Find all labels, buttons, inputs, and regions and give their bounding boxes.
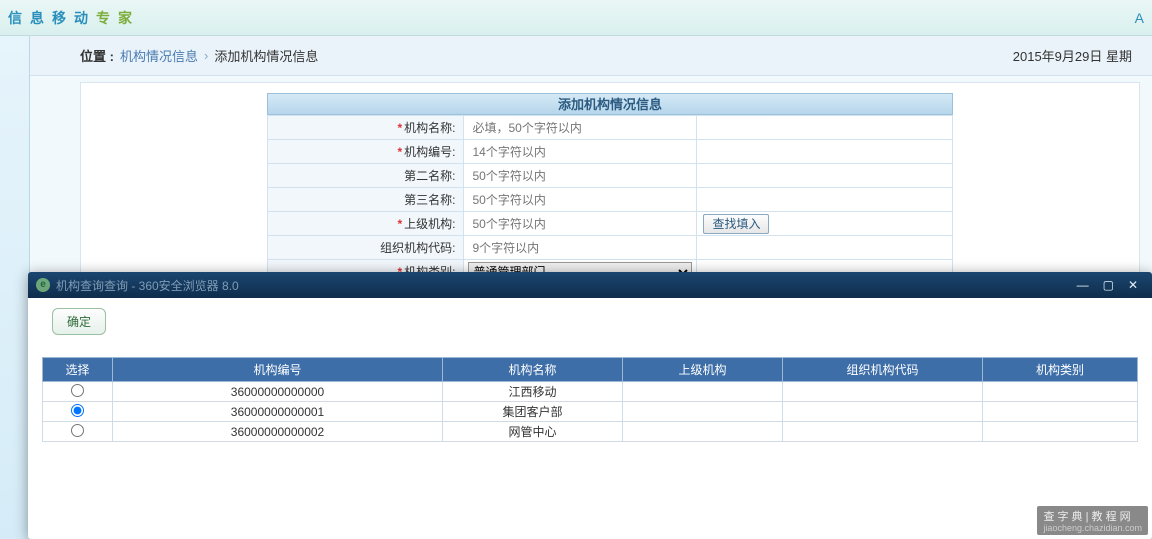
breadcrumb-location-label: 位置 : bbox=[80, 46, 114, 65]
window-controls: — ▢ ✕ bbox=[1077, 279, 1152, 291]
breadcrumb-sep-icon: › bbox=[204, 48, 208, 63]
minimize-icon[interactable]: — bbox=[1077, 279, 1089, 291]
brand-char: 专 bbox=[96, 8, 110, 28]
form-input-cell bbox=[464, 188, 697, 212]
cell-parent bbox=[623, 422, 783, 442]
form-label-text: 机构名称: bbox=[404, 121, 455, 135]
dialog-titlebar[interactable]: e 机构查询查询 - 360安全浏览器 8.0 — ▢ ✕ bbox=[28, 272, 1152, 298]
form-input-cell bbox=[464, 116, 697, 140]
cell-org bbox=[783, 402, 983, 422]
th-code: 机构编号 bbox=[113, 358, 443, 382]
brand-char: 信 bbox=[8, 8, 22, 28]
text-input[interactable] bbox=[468, 215, 683, 233]
form-label-text: 第三名称: bbox=[404, 193, 455, 207]
cell-name: 网管中心 bbox=[443, 422, 623, 442]
browser-e-icon: e bbox=[36, 278, 50, 292]
form-label: 第二名称: bbox=[268, 164, 464, 188]
form-label: *机构名称: bbox=[268, 116, 464, 140]
data-table: 选择 机构编号 机构名称 上级机构 组织机构代码 机构类别 3600000000… bbox=[42, 357, 1138, 442]
brand-char: 家 bbox=[118, 8, 132, 28]
form-label-text: 第二名称: bbox=[404, 169, 455, 183]
form-table: *机构名称:*机构编号:第二名称:第三名称:*上级机构:查找填入组织机构代码:*… bbox=[267, 115, 953, 284]
lookup-dialog: e 机构查询查询 - 360安全浏览器 8.0 — ▢ ✕ 确定 选择 机构编号… bbox=[28, 272, 1152, 539]
breadcrumb: 位置 : 机构情况信息 › 添加机构情况信息 bbox=[80, 46, 318, 65]
required-star-icon: * bbox=[397, 121, 402, 135]
content-panel: 添加机构情况信息 *机构名称:*机构编号:第二名称:第三名称:*上级机构:查找填… bbox=[80, 82, 1140, 285]
form-extra-cell bbox=[697, 116, 953, 140]
breadcrumb-item[interactable]: 机构情况信息 bbox=[120, 46, 198, 65]
text-input[interactable] bbox=[468, 119, 683, 137]
cell-org bbox=[783, 422, 983, 442]
cell-type bbox=[983, 402, 1138, 422]
row-select-radio[interactable] bbox=[71, 424, 84, 437]
th-parent: 上级机构 bbox=[623, 358, 783, 382]
breadcrumb-date: 2015年9月29日 星期 bbox=[1013, 46, 1132, 65]
row-select-cell bbox=[43, 382, 113, 402]
left-sidebar bbox=[0, 36, 30, 539]
th-name: 机构名称 bbox=[443, 358, 623, 382]
form-extra-cell bbox=[697, 236, 953, 260]
form-input-cell bbox=[464, 236, 697, 260]
cell-name: 江西移动 bbox=[443, 382, 623, 402]
text-input[interactable] bbox=[468, 143, 683, 161]
form-label-text: 上级机构: bbox=[404, 217, 455, 231]
form-label: 第三名称: bbox=[268, 188, 464, 212]
form-label: *机构编号: bbox=[268, 140, 464, 164]
cell-org bbox=[783, 382, 983, 402]
text-input[interactable] bbox=[468, 191, 683, 209]
th-org: 组织机构代码 bbox=[783, 358, 983, 382]
th-type: 机构类别 bbox=[983, 358, 1138, 382]
row-select-radio[interactable] bbox=[71, 404, 84, 417]
maximize-icon[interactable]: ▢ bbox=[1103, 279, 1114, 291]
row-select-radio[interactable] bbox=[71, 384, 84, 397]
cell-code: 36000000000002 bbox=[113, 422, 443, 442]
cell-name: 集团客户部 bbox=[443, 402, 623, 422]
form-label: *上级机构: bbox=[268, 212, 464, 236]
watermark-main: 查 字 典 | 教 程 网 bbox=[1043, 511, 1130, 523]
form-input-cell bbox=[464, 212, 697, 236]
form-input-cell bbox=[464, 164, 697, 188]
watermark-sub: jiaocheng.chazidian.com bbox=[1043, 524, 1142, 533]
cell-parent bbox=[623, 402, 783, 422]
close-icon[interactable]: ✕ bbox=[1128, 279, 1138, 291]
row-select-cell bbox=[43, 422, 113, 442]
form-title: 添加机构情况信息 bbox=[267, 93, 953, 115]
brand-char: 息 bbox=[30, 8, 44, 28]
form-extra-cell: 查找填入 bbox=[697, 212, 953, 236]
text-input[interactable] bbox=[468, 167, 683, 185]
form-label: 组织机构代码: bbox=[268, 236, 464, 260]
lookup-button[interactable]: 查找填入 bbox=[703, 214, 769, 234]
table-row[interactable]: 36000000000001集团客户部 bbox=[43, 402, 1138, 422]
text-input[interactable] bbox=[468, 239, 683, 257]
cell-type bbox=[983, 382, 1138, 402]
cell-code: 36000000000001 bbox=[113, 402, 443, 422]
topbar-right: A bbox=[1135, 10, 1144, 26]
required-star-icon: * bbox=[397, 217, 402, 231]
form-extra-cell bbox=[697, 140, 953, 164]
dialog-title-text: 机构查询查询 - 360安全浏览器 8.0 bbox=[56, 277, 239, 294]
brand-char: 移 bbox=[52, 8, 66, 28]
form-extra-cell bbox=[697, 188, 953, 212]
breadcrumb-bar: 位置 : 机构情况信息 › 添加机构情况信息 2015年9月29日 星期 bbox=[30, 36, 1152, 76]
cell-type bbox=[983, 422, 1138, 442]
top-bar: 信 息 移 动 专 家 A bbox=[0, 0, 1152, 36]
watermark: 查 字 典 | 教 程 网 jiaocheng.chazidian.com bbox=[1037, 506, 1148, 535]
dialog-body: 确定 选择 机构编号 机构名称 上级机构 组织机构代码 机构类别 3600000… bbox=[28, 298, 1152, 452]
form-input-cell bbox=[464, 140, 697, 164]
row-select-cell bbox=[43, 402, 113, 422]
th-select: 选择 bbox=[43, 358, 113, 382]
form-extra-cell bbox=[697, 164, 953, 188]
table-row[interactable]: 36000000000000江西移动 bbox=[43, 382, 1138, 402]
form-label-text: 机构编号: bbox=[404, 145, 455, 159]
required-star-icon: * bbox=[397, 145, 402, 159]
cell-code: 36000000000000 bbox=[113, 382, 443, 402]
table-row[interactable]: 36000000000002网管中心 bbox=[43, 422, 1138, 442]
breadcrumb-item-current: 添加机构情况信息 bbox=[214, 46, 318, 65]
cell-parent bbox=[623, 382, 783, 402]
brand-char: 动 bbox=[74, 8, 88, 28]
form-label-text: 组织机构代码: bbox=[380, 241, 455, 255]
confirm-button[interactable]: 确定 bbox=[52, 308, 106, 335]
